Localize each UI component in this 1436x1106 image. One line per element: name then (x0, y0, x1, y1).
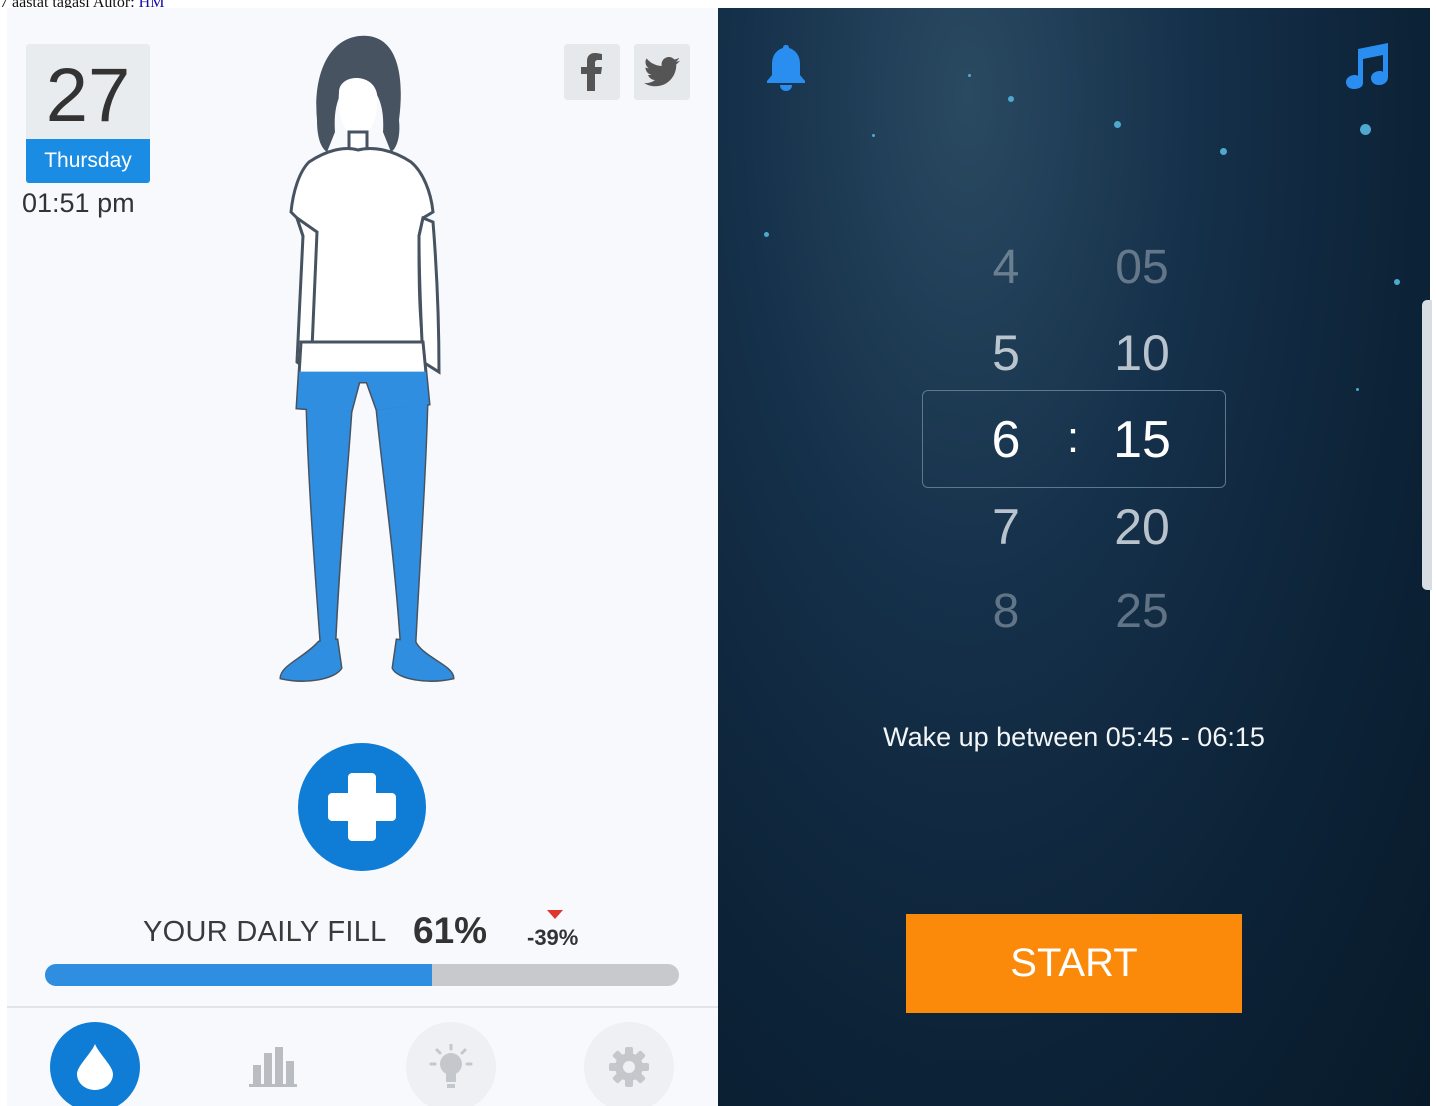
sound-button[interactable] (1346, 43, 1390, 94)
sleep-alarm-screen: 4 5 6 7 8 : 05 10 15 20 25 Wake up betwe… (718, 8, 1430, 1106)
twitter-icon (644, 57, 680, 87)
star (1356, 388, 1359, 391)
alarm-button[interactable] (765, 43, 807, 96)
plus-icon (328, 773, 396, 841)
bar-chart-icon (249, 1047, 297, 1087)
hour-option[interactable]: 7 (946, 502, 1066, 552)
nav-water-tab[interactable] (50, 1022, 140, 1106)
star (968, 74, 971, 77)
minute-option[interactable]: 20 (1082, 502, 1202, 552)
daily-fill-percent: 61% (413, 910, 488, 951)
water-drop-icon (77, 1044, 113, 1090)
twitter-share-button[interactable] (634, 44, 690, 100)
lightbulb-icon (429, 1044, 473, 1088)
star (1394, 279, 1400, 285)
music-note-icon (1346, 43, 1388, 89)
facebook-icon (581, 53, 602, 91)
daily-fill-progress-fill (45, 964, 432, 986)
nav-settings-tab[interactable] (584, 1022, 674, 1106)
minute-option[interactable]: 25 (1082, 588, 1202, 636)
nav-tips-tab[interactable] (406, 1022, 496, 1106)
gear-icon (609, 1047, 649, 1087)
bell-icon (767, 45, 805, 91)
hour-option[interactable]: 5 (946, 328, 1066, 378)
star (872, 134, 875, 137)
facebook-share-button[interactable] (564, 44, 620, 100)
nav-stats-tab[interactable] (228, 1022, 318, 1106)
daily-fill-progress-bar (45, 964, 679, 986)
star (1220, 148, 1227, 155)
star (1360, 124, 1371, 135)
star (1114, 121, 1121, 128)
wake-window-text: Wake up between 05:45 - 06:15 (883, 722, 1265, 752)
water-tracker-screen: 27 Thursday 01:51 pm YOUR DAILY FILL 61%… (7, 8, 718, 1106)
star (1008, 96, 1014, 102)
delta-down-arrow-icon (547, 910, 563, 919)
weekday-label: Thursday (26, 139, 150, 183)
star (764, 232, 769, 237)
body-fill-figure (279, 35, 455, 682)
date-card: 27 Thursday (26, 44, 150, 183)
minute-option[interactable]: 05 (1082, 244, 1202, 292)
daily-fill-label: YOUR DAILY FILL (143, 916, 387, 948)
daily-fill-delta: -39% (527, 925, 579, 950)
bottom-navigation (7, 1006, 718, 1106)
minute-option[interactable]: 10 (1082, 328, 1202, 378)
current-time: 01:51 pm (22, 188, 135, 218)
day-number: 27 (45, 53, 131, 138)
hour-option[interactable]: 8 (946, 588, 1066, 636)
start-button[interactable]: START (906, 914, 1242, 1013)
minute-selected[interactable]: 15 (1082, 414, 1202, 466)
add-drink-button[interactable] (298, 743, 426, 871)
panel-edge-handle (1422, 300, 1432, 590)
hour-option[interactable]: 4 (946, 244, 1066, 292)
